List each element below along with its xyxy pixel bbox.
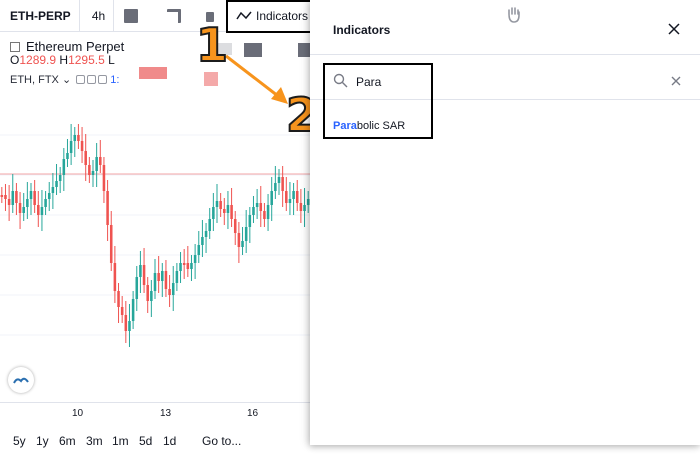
divider <box>310 54 700 55</box>
dialog-title: Indicators <box>333 23 391 37</box>
hand-cursor-icon <box>508 7 520 23</box>
indicators-dialog: Indicators Parabolic SAR <box>310 0 700 445</box>
search-highlight-box <box>323 63 433 139</box>
step-1-label: 1 <box>195 18 229 72</box>
close-icon[interactable] <box>666 21 682 37</box>
clear-icon[interactable] <box>670 75 682 87</box>
